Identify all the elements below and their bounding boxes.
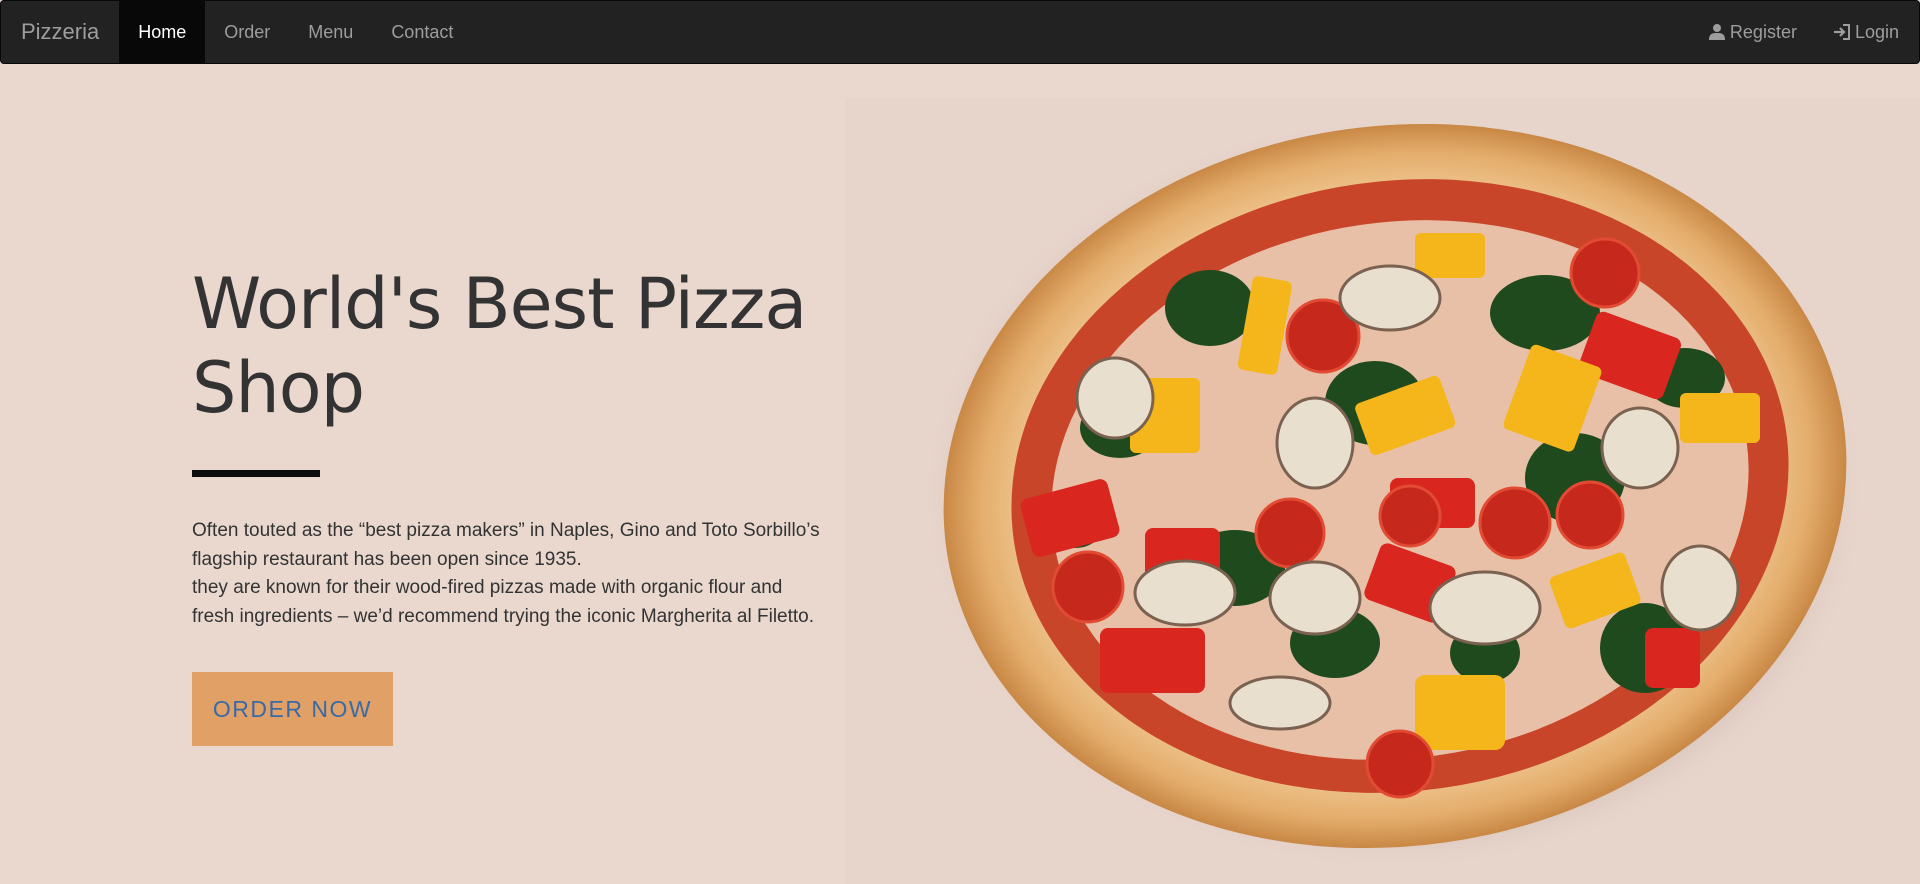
top-navbar: Pizzeria Home Order Menu Contact Registe… xyxy=(0,0,1920,64)
login-link[interactable]: Login xyxy=(1815,1,1917,63)
register-label: Register xyxy=(1729,21,1797,42)
title-divider xyxy=(192,470,320,477)
nav-item-home[interactable]: Home xyxy=(119,1,206,63)
nav-right: Register Login xyxy=(1690,1,1919,63)
nav-left: Home Order Menu Contact xyxy=(119,1,472,63)
user-icon xyxy=(1708,23,1726,41)
hero-section: World's Best Pizza Shop Often touted as … xyxy=(192,262,832,746)
nav-item-contact[interactable]: Contact xyxy=(372,1,472,63)
order-now-button[interactable]: ORDER NOW xyxy=(192,672,393,746)
register-link[interactable]: Register xyxy=(1690,1,1815,63)
login-label: Login xyxy=(1854,21,1899,42)
hero-title: World's Best Pizza Shop xyxy=(192,263,807,429)
nav-item-order[interactable]: Order xyxy=(205,1,289,63)
description-line-1: Often touted as the “best pizza makers” … xyxy=(192,520,820,570)
pizza-image xyxy=(845,98,1920,884)
description-line-2: they are known for their wood-fired pizz… xyxy=(192,577,815,627)
login-icon xyxy=(1833,23,1851,41)
hero-description: Often touted as the “best pizza makers” … xyxy=(192,517,822,631)
brand-link[interactable]: Pizzeria xyxy=(1,1,119,63)
nav-item-menu[interactable]: Menu xyxy=(289,1,372,63)
